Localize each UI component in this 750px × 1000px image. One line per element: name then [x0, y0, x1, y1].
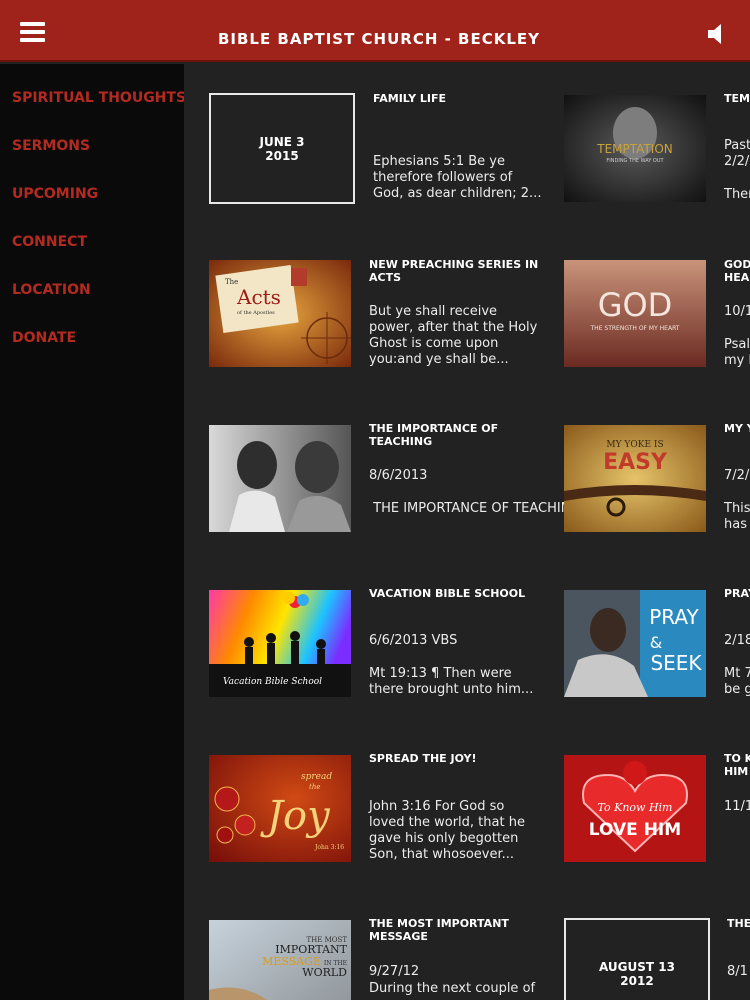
card-date: 2/18 — [724, 633, 750, 648]
thumb-text-subtitle: FINDING THE WAY OUT — [606, 158, 664, 164]
acts-thumbnail[interactable]: The Acts of the Apostles — [209, 260, 351, 367]
card-description-line2: my h — [724, 353, 750, 368]
content-grid: JUNE 3 2015 FAMILY LIFE Ephesians 5:1 Be… — [184, 64, 750, 1000]
thumb-text-to-know: To Know Him — [598, 801, 673, 814]
thumb-text-the: the — [309, 783, 320, 791]
thumb-text-acts: Acts — [236, 285, 281, 309]
thumb-text-ampersand: & — [650, 633, 662, 652]
card-date: 9/27/12 — [369, 964, 420, 979]
god-thumbnail[interactable]: GOD THE STRENGTH OF MY HEART — [564, 260, 706, 367]
card-title-line2: HIM — [724, 765, 749, 778]
thumb-text-joy: Joy — [260, 793, 331, 839]
card-title[interactable]: THE — [727, 917, 750, 930]
thumb-text-easy: EASY — [603, 450, 668, 475]
thumb-text-seek: SEEK — [650, 651, 702, 675]
app-title: BIBLE BAPTIST CHURCH - BECKLEY — [217, 30, 541, 48]
card-title[interactable]: FAMILY LIFE — [373, 92, 543, 105]
date-box-month: AUGUST 13 — [599, 959, 675, 974]
card-date: 8/1 — [727, 964, 748, 979]
date-box-year: 2012 — [620, 973, 654, 988]
card-description: But ye shall receive power, after that t… — [369, 304, 538, 367]
card-title[interactable]: TEMP — [724, 92, 750, 105]
thumb-text-my-yoke: MY YOKE IS — [606, 440, 663, 450]
card-description: John 3:16 For God so loved the world, th… — [369, 799, 525, 862]
sidebar-nav: SPIRITUAL THOUGHTS SERMONS UPCOMING CONN… — [0, 64, 186, 1000]
card-description: Mt 19:13 ¶ Then were there brought unto … — [369, 666, 534, 697]
card-description: Mt 7 — [724, 666, 750, 681]
sidebar-item-location[interactable]: LOCATION — [12, 282, 91, 298]
card-date: 10/1 — [724, 304, 750, 319]
card-date: 11/1 — [724, 799, 750, 814]
thumb-text-temptation: TEMPTATION — [596, 142, 672, 156]
card-title[interactable]: TO K — [724, 752, 750, 765]
date-box-year: 2015 — [265, 148, 299, 163]
thumb-text-subtitle: THE STRENGTH OF MY HEART — [590, 325, 680, 332]
thumb-text-vbs: Vacation Bible School — [223, 677, 322, 687]
card-description: Psal — [724, 337, 750, 352]
thumb-text-god: GOD — [598, 286, 673, 324]
speaker-icon[interactable] — [708, 22, 730, 46]
card-title[interactable]: THE IMPORTANCE OF TEACHING — [369, 422, 539, 448]
sidebar-item-donate[interactable]: DONATE — [12, 330, 76, 346]
hamburger-icon[interactable] — [20, 22, 45, 42]
thumb-text-know-him: Know Him — [613, 801, 672, 814]
card-description: This — [724, 501, 750, 516]
card-title[interactable]: PRAY — [724, 587, 750, 600]
card-date: Past — [724, 138, 750, 153]
sidebar-item-connect[interactable]: CONNECT — [12, 234, 87, 250]
thumb-text-verse: John 3:16 — [314, 844, 344, 851]
love-thumbnail[interactable]: To Know Him LOVE HIM — [564, 755, 706, 862]
card-title[interactable]: NEW PREACHING SERIES IN ACTS — [369, 258, 539, 284]
card-date: 6/6/2013 VBS — [369, 633, 458, 648]
teaching-thumbnail[interactable] — [209, 425, 351, 532]
vbs-thumbnail[interactable]: Vacation Bible School — [209, 590, 351, 697]
thumb-text-love-him: LOVE HIM — [589, 820, 681, 840]
card-date: 7/2/ — [724, 468, 750, 483]
yoke-thumbnail[interactable]: MY YOKE IS EASY — [564, 425, 706, 532]
date-thumbnail[interactable]: AUGUST 13 2012 — [564, 918, 710, 1000]
card-description: THE IMPORTANCE OF TEACHING... — [369, 501, 593, 516]
thumb-text-to: To — [598, 801, 611, 814]
card-description: Ephesians 5:1 Be ye therefore followers … — [373, 154, 542, 201]
date-thumbnail[interactable]: JUNE 3 2015 — [209, 93, 355, 204]
sidebar-item-sermons[interactable]: SERMONS — [12, 138, 90, 154]
sidebar-item-spiritual-thoughts[interactable]: SPIRITUAL THOUGHTS — [12, 90, 186, 106]
message-thumbnail[interactable]: THE MOST IMPORTANT MESSAGE IN THE WORLD — [209, 920, 351, 1000]
card-date: 8/6/2013 — [369, 468, 428, 483]
sidebar-item-upcoming[interactable]: UPCOMING — [12, 186, 98, 202]
card-date: 2/2/ — [724, 154, 750, 169]
card-title[interactable]: VACATION BIBLE SCHOOL — [369, 587, 539, 600]
card-title-line2: HEA — [724, 271, 750, 284]
card-title[interactable]: GOD — [724, 258, 750, 271]
card-description-line2: has — [724, 517, 747, 532]
joy-thumbnail[interactable]: spread the Joy John 3:16 — [209, 755, 351, 862]
app-header: BIBLE BAPTIST CHURCH - BECKLEY — [0, 0, 750, 62]
card-title[interactable]: MY Y — [724, 422, 750, 435]
date-box-month: JUNE 3 — [259, 134, 305, 149]
pray-thumbnail[interactable]: PRAY & SEEK — [564, 590, 706, 697]
temptation-thumbnail[interactable]: TEMPTATION FINDING THE WAY OUT — [564, 95, 706, 202]
card-title[interactable]: SPREAD THE JOY! — [369, 752, 539, 765]
card-description: During the next couple of — [369, 981, 536, 996]
thumb-text-line5: WORLD — [302, 966, 347, 979]
card-title[interactable]: THE MOST IMPORTANT MESSAGE — [369, 917, 539, 943]
thumb-text-apostles: of the Apostles — [237, 310, 275, 316]
card-description: Ther — [724, 187, 750, 202]
card-description-line2: be g — [724, 682, 750, 697]
thumb-text-spread: spread — [301, 772, 332, 782]
thumb-text-pray: PRAY — [649, 605, 699, 629]
